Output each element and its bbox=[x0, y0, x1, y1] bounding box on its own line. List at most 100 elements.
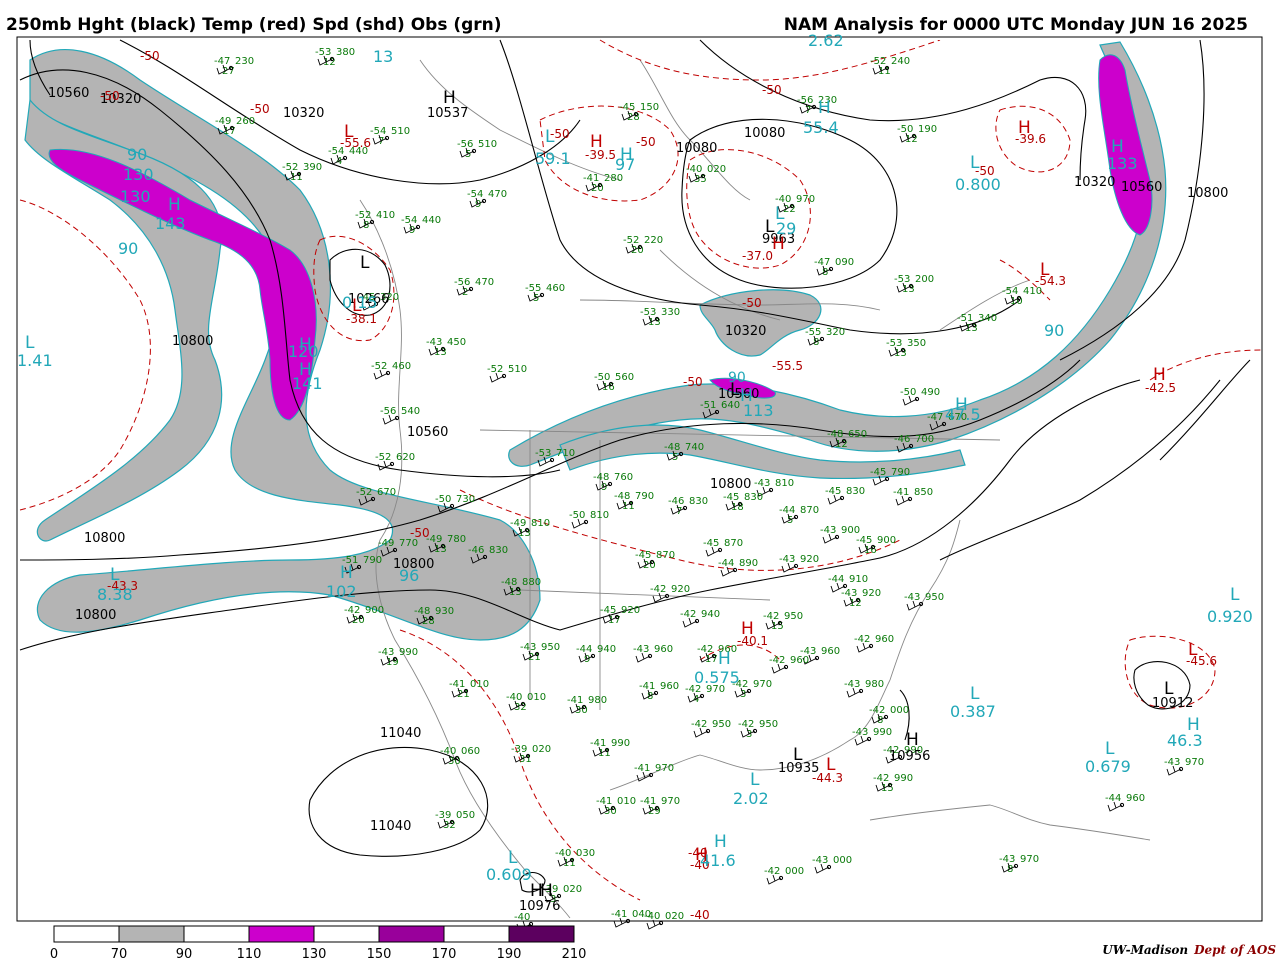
obs-dewpoint: 7 bbox=[378, 136, 384, 147]
obs-height: 970 bbox=[1185, 757, 1204, 768]
station-obs: -52 24011 bbox=[870, 56, 910, 77]
station-obs: -51 34013 bbox=[957, 313, 997, 334]
obs-height: 920 bbox=[671, 584, 690, 595]
obs-height: 990 bbox=[894, 773, 913, 784]
obs-temp: -41 bbox=[611, 909, 627, 920]
obs-height: 240 bbox=[891, 56, 910, 67]
obs-height: 960 bbox=[875, 634, 894, 645]
obs-height: 990 bbox=[873, 727, 892, 738]
temperature-contour-label: -37.0 bbox=[742, 249, 773, 263]
station-obs: -41 98030 bbox=[567, 695, 607, 716]
wind-speed-label: 2.62 bbox=[808, 31, 844, 50]
wind-speed-label: 55.4 bbox=[803, 118, 839, 137]
wind-speed-label: 13 bbox=[373, 47, 393, 66]
center-marker: H bbox=[741, 619, 754, 639]
obs-temp: -44 bbox=[828, 574, 844, 585]
scale-swatch bbox=[378, 925, 445, 943]
obs-temp: -47 bbox=[927, 412, 943, 423]
obs-temp: -42 bbox=[854, 634, 870, 645]
station-obs: -41 850 bbox=[893, 487, 933, 506]
obs-temp: -43 bbox=[633, 644, 649, 655]
center-marker: H bbox=[772, 234, 785, 254]
wind-speed-label: 0.920 bbox=[1207, 607, 1253, 626]
obs-dewpoint: 8 bbox=[813, 337, 819, 348]
station-obs: -47 23027 bbox=[214, 56, 254, 77]
center-marker: L bbox=[750, 770, 760, 790]
obs-temp: -42 bbox=[691, 719, 707, 730]
center-marker: L bbox=[730, 380, 740, 400]
station-obs: -42 0008 bbox=[869, 705, 909, 726]
obs-temp: -42 bbox=[769, 655, 785, 666]
station-obs: -41 01030 bbox=[596, 796, 636, 817]
temperature-contour-label: -50 bbox=[742, 296, 762, 310]
station-obs: -48 7405 bbox=[664, 442, 704, 463]
center-marker: L bbox=[545, 127, 555, 147]
height-contour-label: 10560 bbox=[48, 86, 89, 101]
obs-height: 450 bbox=[447, 337, 466, 348]
obs-dewpoint: 5 bbox=[787, 515, 793, 526]
center-marker: L bbox=[1040, 260, 1050, 280]
obs-height: 560 bbox=[615, 372, 634, 383]
wind-speed-label: 102 bbox=[326, 582, 357, 601]
center-marker: L bbox=[360, 253, 370, 273]
station-obs: -43 950 bbox=[904, 592, 944, 611]
height-contour-label: 10976 bbox=[519, 899, 560, 914]
obs-height: 010 bbox=[470, 679, 489, 690]
scale-tick-label: 150 bbox=[367, 947, 392, 960]
obs-height: 920 bbox=[621, 605, 640, 616]
station-obs: -55 4605 bbox=[525, 283, 565, 304]
obs-height: 870 bbox=[800, 505, 819, 516]
obs-temp: -51 bbox=[700, 400, 716, 411]
wind-speed-label: 130 bbox=[120, 187, 151, 206]
station-obs: -43 920 bbox=[779, 554, 819, 573]
obs-dewpoint: 5 bbox=[465, 149, 471, 160]
obs-height: 890 bbox=[739, 558, 758, 569]
station-obs: -42 9704 bbox=[685, 684, 725, 705]
obs-temp: -43 bbox=[754, 478, 770, 489]
obs-height: 150 bbox=[640, 102, 659, 113]
station-obs: -45 92017 bbox=[600, 605, 640, 626]
temperature-contour-label: -50 bbox=[140, 49, 160, 63]
obs-dewpoint: 7 bbox=[805, 105, 811, 116]
station-obs: -39 05032 bbox=[435, 810, 475, 831]
obs-height: 020 bbox=[532, 744, 551, 755]
center-marker: H bbox=[1018, 118, 1031, 138]
center-marker: H bbox=[299, 360, 312, 380]
scale-swatch bbox=[248, 925, 315, 943]
height-contour-label: 10800 bbox=[1187, 186, 1228, 201]
wind-speed-label: 0.387 bbox=[950, 702, 996, 721]
station-obs: -42 940 bbox=[680, 609, 720, 628]
obs-dewpoint: 8 bbox=[1007, 864, 1013, 875]
wind-speed-label: 8.38 bbox=[97, 585, 133, 604]
station-obs: -52 510 bbox=[487, 364, 527, 383]
station-obs: -50 490 bbox=[900, 387, 940, 406]
obs-height: 990 bbox=[399, 647, 418, 658]
scale-swatch bbox=[183, 925, 250, 943]
obs-height: 790 bbox=[363, 555, 382, 566]
center-marker: H bbox=[1187, 715, 1200, 735]
obs-temp: -42 bbox=[680, 609, 696, 620]
station-obs: -44 8705 bbox=[779, 505, 819, 526]
station-obs: -45 870 bbox=[703, 538, 743, 557]
station-obs: -52 22020 bbox=[623, 235, 663, 256]
station-obs: -45 830 bbox=[825, 486, 865, 505]
height-contour-label: 10560 bbox=[407, 425, 448, 440]
obs-temp: -50 bbox=[435, 494, 451, 505]
obs-dewpoint: 9 bbox=[601, 482, 607, 493]
scale-tick-label: 90 bbox=[176, 947, 193, 960]
obs-height: 010 bbox=[527, 692, 546, 703]
obs-height: 970 bbox=[796, 194, 815, 205]
obs-height: 000 bbox=[833, 855, 852, 866]
temperature-contour-label: -55.5 bbox=[772, 359, 803, 373]
station-obs: -56 5105 bbox=[457, 139, 497, 160]
scale-swatch bbox=[443, 925, 510, 943]
center-marker: H bbox=[340, 563, 353, 583]
obs-height: 030 bbox=[576, 848, 595, 859]
obs-dewpoint: 8 bbox=[647, 691, 653, 702]
height-contour-label: 10320 bbox=[725, 324, 766, 339]
wind-speed-label: 96 bbox=[399, 566, 419, 585]
station-obs: -42 960 bbox=[769, 655, 809, 674]
obs-temp: -49 bbox=[378, 538, 394, 549]
scale-tick-label: 0 bbox=[50, 947, 58, 960]
center-marker: H bbox=[695, 845, 708, 865]
